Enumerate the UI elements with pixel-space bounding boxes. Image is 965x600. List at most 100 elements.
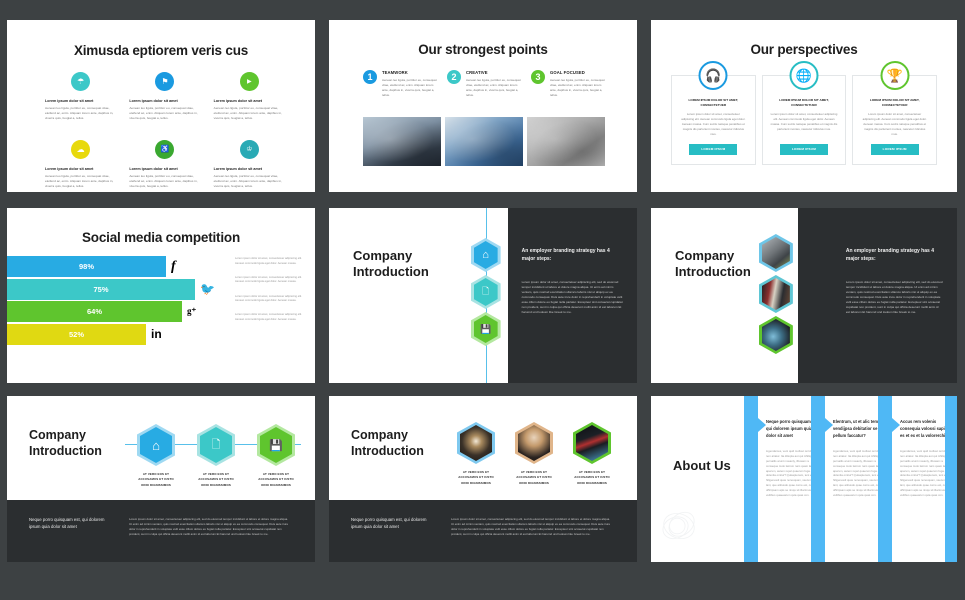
panel-body: Lorem ipsum dolor sit amet, consectetuer…: [521, 280, 623, 315]
lorem-ipsum-button[interactable]: LOREM IPSUM: [779, 143, 828, 155]
lorem-ipsum-button[interactable]: LOREM IPSUM: [870, 143, 919, 155]
hexagon-item[interactable]: 💾 AT VERO EOS ET ACCUSAMUS ET IUSTO ODIO…: [257, 424, 295, 488]
title-line-2: Introduction: [675, 264, 751, 280]
feature-item[interactable]: ♔ Lorem ipsum dolor sit amet Aenean leo …: [213, 139, 285, 190]
top-white-area: Company Introduction AT VERO EOS ET ACCU…: [329, 396, 637, 500]
stripe-divider: [811, 396, 825, 562]
trophy-icon: 🏆: [880, 61, 910, 90]
facebook-icon: f: [171, 258, 176, 274]
stripe-divider: [744, 396, 758, 562]
point-item[interactable]: 3 GOAL FOCUSED Aenean leo ligula, portti…: [531, 70, 605, 98]
slide-company-intro-horizontal-photos[interactable]: Company Introduction AT VERO EOS ET ACCU…: [329, 396, 637, 562]
legend-item: Lorem ipsum dolor sit amet, consectetuer…: [235, 294, 302, 303]
card-heading: LOREM IPSUM DOLOR SIT AMET, CONSECTETUER: [688, 98, 739, 107]
hexagon-caption: AT VERO EOS ET ACCUSAMUS ET IUSTO ODIO D…: [516, 470, 552, 485]
points-row: 1 TEAMWORK Aenean leo ligula, porttitor …: [363, 70, 605, 98]
hexagon-item[interactable]: AT VERO EOS ET ACCUSAMUS ET IUSTO ODIO D…: [457, 422, 495, 486]
panel-heading: An employer branding strategy has 4 majo…: [521, 248, 610, 262]
perspective-card[interactable]: 🌐 LOREM IPSUM DOLOR SIT AMET, CONSECTETU…: [761, 61, 847, 165]
title-line-2: Introduction: [351, 443, 424, 458]
hexagon-caption: AT VERO EOS ET ACCUSAMUS ET IUSTO ODIO D…: [458, 470, 494, 485]
slide-company-intro-horizontal[interactable]: Company Introduction ⌂ AT VERO EOS ET AC…: [7, 396, 315, 562]
title-line-1: Company: [675, 248, 735, 263]
slide-perspectives[interactable]: Our perspectives 🎧 LOREM IPSUM DOLOR SIT…: [651, 20, 957, 192]
hexagon-item[interactable]: AT VERO EOS ET ACCUSAMUS ET IUSTO ODIO D…: [573, 422, 611, 486]
feature-body: Aenean leo ligula, porttitor eu, consequ…: [129, 106, 198, 121]
feature-item[interactable]: ▶ Lorem ipsum dolor sit amet Aenean leo …: [214, 72, 285, 122]
legend-item: Lorem ipsum dolor sit amet, consectetuer…: [235, 313, 302, 321]
slide-cell-1: Ximusda eptiorem veris cus ☂ Lorem ipsum…: [0, 0, 322, 200]
number-badge: 3: [531, 70, 545, 84]
slide-company-intro-vertical[interactable]: An employer branding strategy has 4 majo…: [329, 208, 637, 383]
feature-item[interactable]: ⚑ Lorem ipsum dolor sit amet Aenean leo …: [129, 72, 200, 122]
perspective-card[interactable]: 🏆 LOREM IPSUM DOLOR SIT AMET, CONSECTETU…: [852, 61, 937, 165]
point-label: TEAMWORK: [382, 70, 408, 75]
chart-bar-row[interactable]: 64% g⁺: [7, 301, 215, 322]
laboratory-photo: [445, 117, 523, 166]
chart-bar-row[interactable]: 52% in: [7, 323, 215, 345]
umbrella-icon: ☂: [71, 72, 91, 91]
bar-facebook: 98%: [7, 256, 166, 277]
hexagon-item[interactable]: 🗋 AT VERO EOS ET ACCUSAMUS ET IUSTO ODIO…: [197, 424, 235, 488]
feature-heading: Lorem ipsum dolor sit amet: [45, 166, 94, 171]
bar-value-label: 52%: [68, 329, 84, 339]
stripe-divider: [878, 396, 892, 562]
point-body: Aenean leo ligula, porttitor eu, consequ…: [382, 78, 437, 98]
card-body: Lorem ipsum dolor sit amet, consectetuer…: [862, 112, 927, 136]
slide-social-media-chart[interactable]: Social media competition 98% f 75% 🐦 64%…: [7, 208, 315, 383]
google-plus-icon: g⁺: [187, 306, 197, 316]
slide-features[interactable]: Ximusda eptiorem veris cus ☂ Lorem ipsum…: [7, 20, 315, 192]
point-item[interactable]: 2 CREATIVE Aenean leo ligula, porttitor …: [447, 70, 521, 98]
photo-row: [363, 117, 605, 166]
twitter-icon: 🐦: [200, 282, 215, 296]
title-line-2: Introduction: [353, 264, 429, 280]
hexagon-item[interactable]: AT VERO EOS ET ACCUSAMUS ET IUSTO ODIO D…: [515, 422, 553, 486]
flag-icon: ⚑: [155, 72, 175, 91]
chart-bar-row[interactable]: 75% 🐦: [7, 278, 215, 300]
feature-body: Aenean leo ligula, porttitor eu, consequ…: [213, 173, 282, 188]
globe-icon: 🌐: [789, 61, 819, 90]
hexagon-tunnel-photo: [457, 422, 495, 464]
clock-photo: [761, 319, 790, 351]
feature-item[interactable]: ☂ Lorem ipsum dolor sit amet Aenean leo …: [45, 72, 116, 122]
quote-text: Neque porro quisquam est, qui dolorem ip…: [29, 517, 105, 530]
lorem-ipsum-button[interactable]: LOREM IPSUM: [689, 143, 738, 155]
bar-linkedin: 52%: [7, 323, 146, 345]
feature-body: Aenean leo ligula, porttitor eu, consequ…: [45, 106, 114, 121]
chevron-right-icon: [758, 418, 766, 432]
feature-heading: Lorem ipsum dolor sit amet: [129, 99, 178, 103]
play-icon: ▶: [239, 72, 259, 91]
headphones-icon: 🎧: [698, 61, 728, 90]
chart-bar-row[interactable]: 98% f: [7, 256, 215, 277]
bar-value-label: 98%: [78, 262, 94, 271]
right-dark-panel: An employer branding strategy has 4 majo…: [507, 208, 637, 383]
hexagon-item[interactable]: ⌂ AT VERO EOS ET ACCUSAMUS ET IUSTO ODIO…: [137, 424, 175, 488]
feature-item[interactable]: ☁ Lorem ipsum dolor sit amet Aenean leo …: [45, 139, 116, 190]
hexagon-document: 🗋: [197, 424, 235, 466]
document-icon: 🗋: [200, 427, 232, 463]
chart-title: Social media competition: [82, 230, 240, 245]
hexagon-caption: AT VERO EOS ET ACCUSAMUS ET IUSTO ODIO D…: [198, 472, 234, 487]
title-line-1: Company: [353, 248, 413, 263]
point-label: CREATIVE: [466, 70, 488, 75]
save-icon: 💾: [260, 427, 292, 463]
right-dark-panel: An employer branding strategy has 4 majo…: [797, 208, 957, 383]
body-text: Lorem ipsum dolor sit amet, consectetuer…: [129, 517, 289, 536]
slide-company-intro-photos[interactable]: An employer branding strategy has 4 majo…: [651, 208, 957, 383]
slide-strongest-points[interactable]: Our strongest points 1 TEAMWORK Aenean l…: [329, 20, 637, 192]
perspective-card[interactable]: 🎧 LOREM IPSUM DOLOR SIT AMET, CONSECTETU…: [671, 61, 756, 165]
home-icon: ⌂: [473, 241, 498, 269]
slide-cell-2: Our strongest points 1 TEAMWORK Aenean l…: [322, 0, 644, 200]
title-line-1: Company: [351, 428, 408, 442]
title-line-1: Company: [29, 428, 86, 442]
page-title: Company Introduction: [675, 248, 751, 281]
feature-item[interactable]: ♿ Lorem ipsum dolor sit amet Aenean leo …: [129, 139, 200, 190]
slide-cell-7: Company Introduction ⌂ AT VERO EOS ET AC…: [0, 390, 322, 600]
document-icon: 🗋: [473, 278, 498, 306]
slide-about-us[interactable]: About Us Neque porro quisquam est, qui d…: [651, 396, 957, 562]
card-body: Lorem ipsum dolor sit amet, consectetuer…: [681, 112, 746, 136]
point-label: GOAL FOCUSED: [550, 70, 585, 75]
point-item[interactable]: 1 TEAMWORK Aenean leo ligula, porttitor …: [363, 70, 437, 98]
top-white-area: Company Introduction ⌂ AT VERO EOS ET AC…: [7, 396, 315, 500]
page-title: Ximusda eptiorem veris cus: [73, 43, 249, 58]
